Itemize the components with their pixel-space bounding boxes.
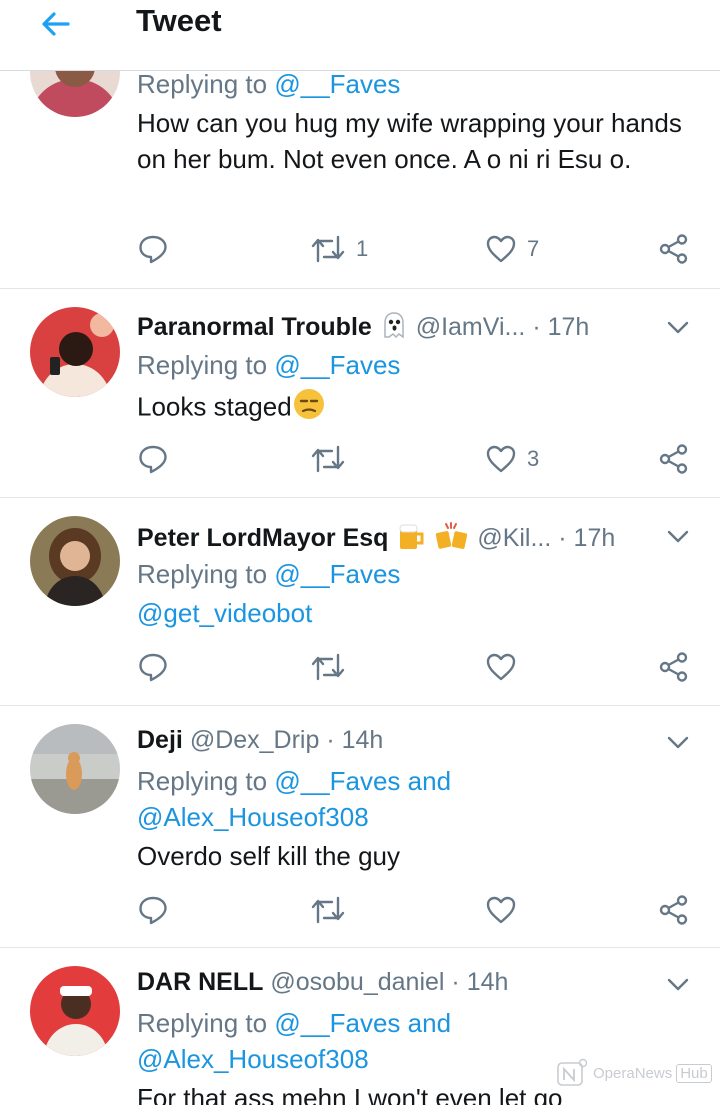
tweet-text-mention[interactable]: @get_videobot (137, 595, 697, 631)
like-button[interactable] (485, 651, 517, 683)
chevron-down-icon[interactable] (664, 313, 692, 341)
mention-link[interactable]: @__Faves and (274, 766, 451, 796)
like-count: 3 (527, 446, 540, 471)
mention-link[interactable]: @__Faves (274, 69, 400, 99)
ghost-emoji-icon (379, 311, 409, 346)
page-title: Tweet (136, 3, 222, 38)
share-icon (659, 895, 688, 925)
tweet-text: Overdo self kill the guy (137, 841, 401, 871)
reply-button[interactable] (137, 651, 169, 683)
mention-link[interactable]: @__Faves (274, 559, 400, 589)
user-handle[interactable]: @IamVi... (416, 313, 526, 341)
share-button[interactable] (658, 651, 690, 683)
timestamp[interactable]: 14h (342, 726, 384, 754)
like-button[interactable]: 3 (485, 443, 539, 475)
heart-icon (486, 653, 516, 681)
tweet-reply[interactable]: Paranormal Trouble @IamVi... · 17h Reply… (0, 289, 720, 498)
beer-mug-emoji-icon (395, 521, 427, 558)
tweet-reply[interactable]: Peter LordMayor Esq @Kil... · 17h Replyi… (0, 498, 720, 706)
retweet-icon (311, 896, 345, 924)
mention-link[interactable]: @Alex_Houseof308 (137, 799, 451, 835)
avatar[interactable] (30, 307, 120, 397)
share-icon (659, 652, 688, 682)
comment-icon (139, 235, 167, 264)
tweet-reply[interactable]: Deji @Dex_Drip · 14h Replying to @__Fave… (0, 706, 720, 948)
heart-icon (486, 235, 516, 263)
share-button[interactable] (658, 443, 690, 475)
tweet-header: Deji @Dex_Drip · 14h (137, 726, 384, 754)
replying-to: Replying to @__Faves (137, 69, 401, 99)
replying-to: Replying to @__Faves and @Alex_Houseof30… (137, 1005, 451, 1077)
comment-icon (139, 445, 167, 474)
tweet-text: How can you hug my wife wrapping your ha… (137, 108, 682, 174)
retweet-icon (311, 445, 345, 473)
share-icon (659, 234, 688, 264)
opera-news-logo-icon (557, 1058, 588, 1086)
chevron-down-icon[interactable] (664, 970, 692, 998)
timestamp[interactable]: 17h (574, 524, 616, 552)
retweet-icon (311, 235, 345, 263)
share-icon (659, 444, 688, 474)
mention-link[interactable]: @__Faves and (274, 1008, 451, 1038)
user-handle[interactable]: @Dex_Drip (190, 726, 320, 754)
user-handle[interactable]: @Kil... (477, 524, 551, 552)
opera-news-watermark: OperaNews Hub (555, 1058, 712, 1088)
retweet-icon (311, 653, 345, 681)
mention-link[interactable]: @Alex_Houseof308 (137, 1041, 451, 1077)
chevron-down-icon[interactable] (664, 728, 692, 756)
retweet-button[interactable] (310, 443, 346, 475)
top-bar: Tweet (0, 0, 720, 71)
reply-button[interactable] (137, 233, 169, 265)
tweet-header: DAR NELL @osobu_daniel · 14h (137, 968, 509, 996)
like-count: 7 (527, 236, 540, 261)
retweet-button[interactable]: 1 (310, 233, 368, 265)
tweet-header: Paranormal Trouble @IamVi... · 17h (137, 311, 589, 346)
tweet-header: Peter LordMayor Esq @Kil... · 17h (137, 520, 615, 559)
mention-link[interactable]: @__Faves (274, 350, 400, 380)
share-button[interactable] (658, 894, 690, 926)
clinking-beers-emoji-icon (434, 520, 470, 559)
retweet-button[interactable] (310, 894, 346, 926)
reply-button[interactable] (137, 443, 169, 475)
retweet-count: 1 (356, 236, 369, 261)
like-button[interactable] (485, 894, 517, 926)
timestamp[interactable]: 14h (467, 968, 509, 996)
timestamp[interactable]: 17h (548, 313, 590, 341)
avatar[interactable] (30, 724, 120, 814)
comment-icon (139, 653, 167, 682)
heart-icon (486, 896, 516, 924)
chevron-down-icon[interactable] (664, 522, 692, 550)
comment-icon (139, 896, 167, 925)
unamused-face-emoji-icon (292, 387, 326, 430)
share-button[interactable] (658, 233, 690, 265)
tweet-text: Looks staged (137, 387, 697, 430)
avatar[interactable] (30, 966, 120, 1056)
display-name[interactable]: Paranormal Trouble (137, 313, 372, 341)
heart-icon (486, 445, 516, 473)
display-name[interactable]: Peter LordMayor Esq (137, 524, 388, 552)
retweet-button[interactable] (310, 651, 346, 683)
reply-button[interactable] (137, 894, 169, 926)
replying-to: Replying to @__Faves (137, 350, 401, 380)
user-handle[interactable]: @osobu_daniel (270, 968, 444, 996)
replying-to: Replying to @__Faves (137, 559, 401, 589)
back-arrow-icon[interactable] (38, 6, 74, 42)
avatar[interactable] (30, 516, 120, 606)
display-name[interactable]: Deji (137, 726, 183, 754)
display-name[interactable]: DAR NELL (137, 968, 263, 996)
replying-to: Replying to @__Faves and @Alex_Houseof30… (137, 763, 451, 835)
like-button[interactable]: 7 (485, 233, 539, 265)
